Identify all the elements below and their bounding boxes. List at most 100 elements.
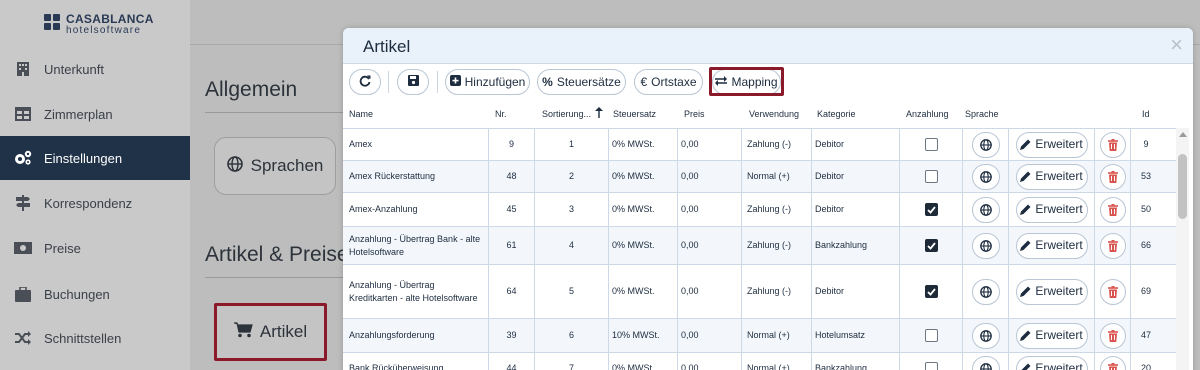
column-header-kategorie[interactable]: Kategorie (817, 109, 856, 119)
erweitert-button[interactable]: Erweitert (1015, 278, 1088, 305)
cell-nr: 61 (506, 240, 517, 250)
anzahlung-checkbox[interactable] (924, 362, 938, 370)
table-row[interactable]: Bank Rücküberweisung 44 7 0% MWSt. 0,00 Norma… (343, 352, 1178, 370)
cell-name: Amex (349, 139, 373, 149)
erweitert-button[interactable]: Erweitert (1015, 196, 1088, 223)
delete-button[interactable] (1099, 232, 1126, 259)
hinzufuegen-label: Hinzufügen (464, 75, 526, 89)
sidebar-item-schnittstellen[interactable]: Schnittstellen (0, 316, 190, 360)
trash-icon (1107, 170, 1118, 183)
column-header-anzahlung[interactable]: Anzahlung (906, 109, 949, 119)
plus-square-icon (449, 75, 461, 89)
sprache-button[interactable] (971, 196, 1000, 223)
anzahlung-checkbox[interactable] (924, 170, 938, 183)
delete-button[interactable] (1099, 278, 1126, 305)
delete-button[interactable] (1099, 163, 1126, 190)
anzahlung-checkbox[interactable] (924, 239, 938, 252)
column-divider (608, 129, 609, 160)
cell-id: 9 (1143, 139, 1149, 149)
cell-delete (1095, 161, 1130, 192)
pencil-icon (1020, 204, 1031, 215)
erweitert-button[interactable]: Erweitert (1015, 131, 1088, 158)
section-heading-artikel-preise: Artikel & Preise (205, 243, 349, 266)
sprache-button[interactable] (971, 278, 1000, 305)
erweitert-label: Erweitert (1035, 238, 1083, 252)
sidebar-item-korrespondenz[interactable]: Korrespondenz (0, 181, 190, 225)
sidebar-item-label: Schnittstellen (44, 330, 122, 346)
close-icon[interactable]: × (1170, 34, 1183, 56)
column-header-id[interactable]: Id (1142, 109, 1150, 119)
artikel-label: Artikel (259, 322, 308, 341)
check-icon (926, 287, 936, 296)
delete-button[interactable] (1099, 355, 1126, 370)
table-row[interactable]: Amex Rückerstattung 48 2 0% MWSt. 0,00 Normal… (343, 160, 1178, 192)
ortstaxe-button[interactable]: € Ortstaxe (634, 69, 703, 95)
table-row[interactable]: Anzahlungsforderung 39 6 10% MWSt. 0,00 Norma… (343, 318, 1178, 352)
save-button[interactable] (397, 69, 429, 95)
column-divider (677, 353, 678, 370)
column-header-sortierung[interactable]: Sortierung... (542, 109, 591, 119)
steuersaetze-button[interactable]: % Steuersätze (537, 69, 626, 95)
column-divider (811, 129, 812, 160)
sprachen-button[interactable]: Sprachen (214, 137, 336, 195)
delete-button[interactable] (1099, 196, 1126, 223)
erweitert-button[interactable]: Erweitert (1015, 232, 1088, 259)
sidebar-item-einstellungen[interactable]: Einstellungen (0, 136, 200, 180)
sidebar-item-buchungen[interactable]: Buchungen (0, 272, 190, 316)
cell-sortierung: 6 (568, 330, 574, 340)
table-row[interactable]: Amex 9 1 0% MWSt. 0,00 Zahlung (-) Debitor Erwe… (343, 128, 1178, 160)
anzahlung-checkbox[interactable] (924, 285, 938, 298)
column-header-steuersatz[interactable]: Steuersatz (613, 109, 656, 119)
column-header-name[interactable]: Name (349, 109, 373, 119)
erweitert-label: Erweitert (1035, 169, 1083, 183)
scroll-up-arrow-icon[interactable] (1179, 132, 1187, 137)
column-header-sprache[interactable]: Sprache (965, 109, 999, 119)
table-row[interactable]: Amex-Anzahlung 45 3 0% MWSt. 0,00 Zahlung (-)… (343, 192, 1178, 226)
vertical-scrollbar[interactable] (1176, 128, 1189, 370)
globe-icon (979, 362, 992, 370)
erweitert-button[interactable]: Erweitert (1015, 322, 1088, 349)
delete-button[interactable] (1099, 131, 1126, 158)
pencil-icon (1020, 139, 1031, 150)
cell-name: Bank Rücküberweisung (349, 363, 444, 370)
column-divider (677, 129, 678, 160)
table-row[interactable]: Anzahlung - Übertrag Bank - alte Hotelso… (343, 226, 1178, 264)
sidebar-item-preise[interactable]: Preise (0, 226, 190, 270)
refresh-button[interactable] (349, 69, 381, 95)
delete-button[interactable] (1099, 322, 1126, 349)
cell-steuersatz: 0% MWSt. (612, 286, 655, 296)
cell-name: Anzahlung - Übertrag Kreditkarten - alte… (349, 279, 478, 303)
erweitert-button[interactable]: Erweitert (1015, 163, 1088, 190)
column-header-verwendung[interactable]: Verwendung (749, 109, 799, 119)
sidebar-item-zimmerplan[interactable]: Zimmerplan (0, 92, 190, 136)
app-logo[interactable]: CASABLANCA hotelsoftware (44, 10, 194, 38)
cell-preis: 0,00 (681, 363, 699, 370)
scrollbar-thumb[interactable] (1178, 154, 1187, 219)
sprache-button[interactable] (971, 131, 1000, 158)
cell-kategorie: Bankzahlung (815, 240, 868, 250)
erweitert-label: Erweitert (1035, 284, 1083, 298)
column-divider (811, 353, 812, 370)
column-header-nr[interactable]: Nr. (495, 109, 507, 119)
cell-id: 69 (1140, 286, 1151, 296)
sprache-button[interactable] (971, 322, 1000, 349)
table-row[interactable]: Anzahlung - Übertrag Kreditkarten - alte… (343, 264, 1178, 318)
anzahlung-checkbox[interactable] (924, 203, 938, 216)
column-divider (741, 129, 742, 160)
sprache-button[interactable] (971, 355, 1000, 370)
erweitert-button[interactable]: Erweitert (1015, 355, 1088, 370)
refresh-icon (359, 75, 371, 90)
ortstaxe-label: Ortstaxe (651, 75, 697, 89)
column-header-preis[interactable]: Preis (684, 109, 705, 119)
column-divider (608, 161, 609, 192)
hinzufuegen-button[interactable]: Hinzufügen (445, 69, 530, 95)
column-divider (741, 227, 742, 264)
cell-preis: 0,00 (681, 204, 699, 214)
anzahlung-checkbox[interactable] (924, 329, 938, 342)
sprache-button[interactable] (971, 163, 1000, 190)
anzahlung-checkbox[interactable] (924, 138, 938, 151)
sidebar-item-unterkunft[interactable]: Unterkunft (0, 47, 190, 91)
sort-ascending-icon[interactable] (595, 107, 603, 120)
sprache-button[interactable] (971, 232, 1000, 259)
artikel-button[interactable]: Artikel (214, 303, 327, 361)
